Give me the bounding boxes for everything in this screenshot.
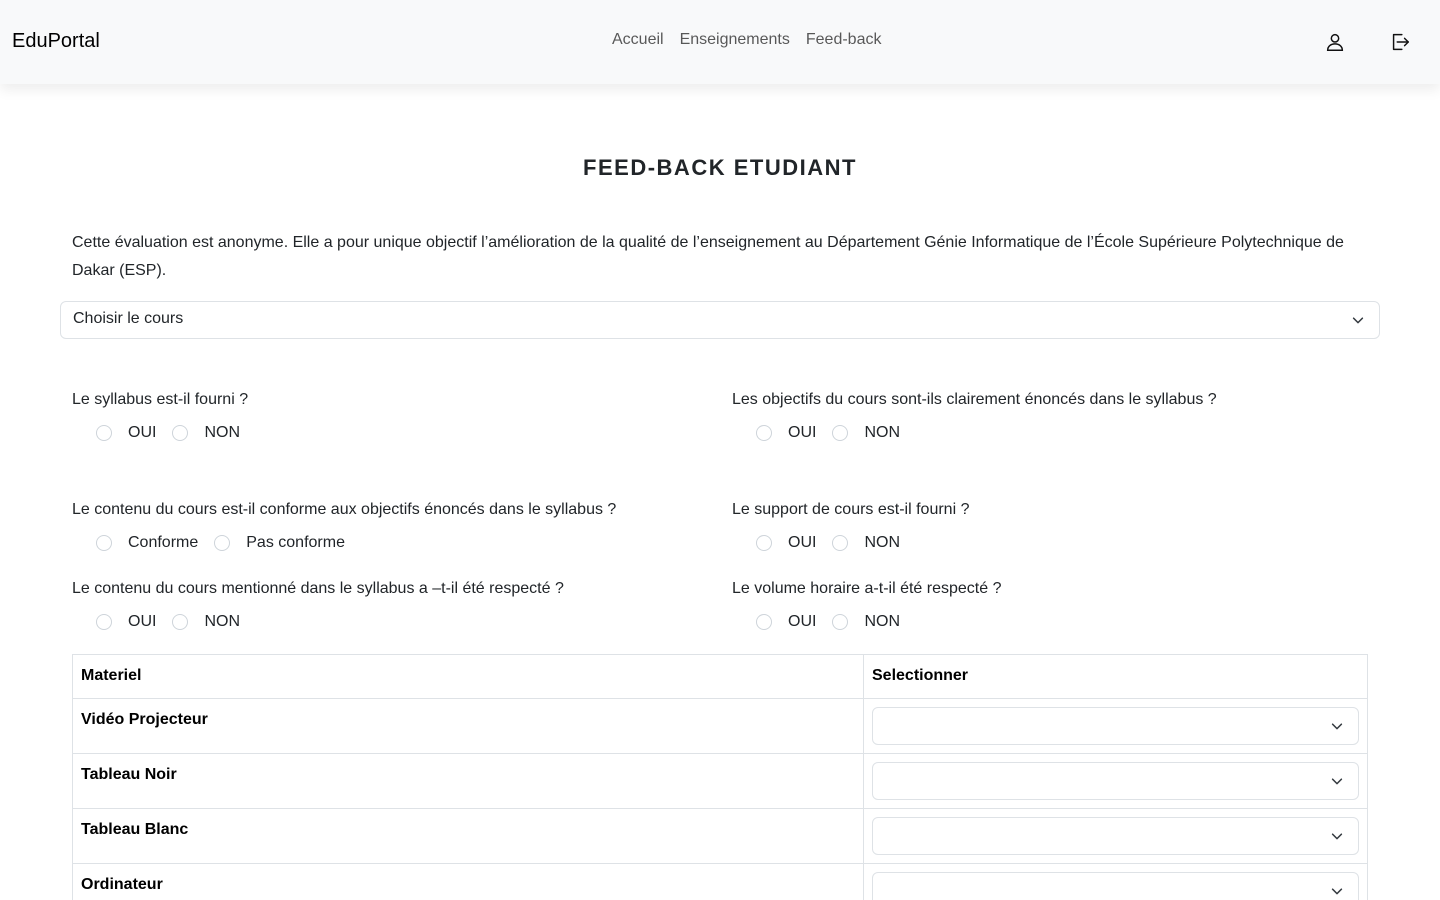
material-name: Tableau Blanc xyxy=(72,808,864,864)
chevron-down-icon xyxy=(1330,774,1344,788)
nav-link-enseignements[interactable]: Enseignements xyxy=(672,31,798,49)
course-select[interactable]: Choisir le cours xyxy=(60,301,1380,339)
material-name: Ordinateur xyxy=(72,863,864,900)
option-label: OUI xyxy=(788,613,817,630)
question-contenu-conforme: Le contenu du cours est-il conforme aux … xyxy=(72,500,712,552)
chevron-down-icon xyxy=(1351,313,1365,327)
option-label: OUI xyxy=(128,613,157,630)
option-non[interactable]: NON xyxy=(832,534,900,552)
option-label: OUI xyxy=(788,424,817,441)
option-label: OUI xyxy=(788,534,817,551)
option-label: NON xyxy=(204,613,241,630)
table-row: Ordinateur xyxy=(72,863,1368,900)
material-select-video-projecteur[interactable] xyxy=(872,707,1359,745)
option-label: NON xyxy=(204,424,241,441)
question-support-fourni: Le support de cours est-il fourni ? OUI … xyxy=(732,500,1372,552)
material-select-tableau-blanc[interactable] xyxy=(872,817,1359,855)
user-icon[interactable] xyxy=(1324,31,1346,53)
radio-button[interactable] xyxy=(96,425,112,441)
question-label: Le syllabus est-il fourni ? xyxy=(72,391,249,408)
brand-logo[interactable]: EduPortal xyxy=(12,30,100,53)
radio-button[interactable] xyxy=(172,614,189,630)
question-label: Les objectifs du cours sont-ils claireme… xyxy=(732,391,1217,408)
option-non[interactable]: NON xyxy=(832,424,900,442)
option-non[interactable]: NON xyxy=(832,613,900,631)
nav-link-feedback[interactable]: Feed-back xyxy=(798,31,890,49)
option-pas-conforme[interactable]: Pas conforme xyxy=(214,534,345,552)
radio-button[interactable] xyxy=(96,535,112,551)
chevron-down-icon xyxy=(1330,829,1344,843)
logout-icon[interactable] xyxy=(1389,31,1411,53)
option-label: Pas conforme xyxy=(246,534,345,551)
navbar: EduPortal Accueil Enseignements Feed-bac… xyxy=(0,0,1440,84)
option-non[interactable]: NON xyxy=(172,613,240,631)
select-cell xyxy=(863,808,1368,864)
material-select-tableau-noir[interactable] xyxy=(872,762,1359,800)
option-label: OUI xyxy=(128,424,157,441)
radio-group: OUI NON xyxy=(72,424,712,442)
material-select-ordinateur[interactable] xyxy=(872,872,1359,900)
option-oui[interactable]: OUI xyxy=(96,613,156,631)
material-name: Tableau Noir xyxy=(72,753,864,809)
radio-button[interactable] xyxy=(832,535,849,551)
radio-button[interactable] xyxy=(832,425,849,441)
question-label: Le contenu du cours est-il conforme aux … xyxy=(72,501,617,518)
question-label: Le support de cours est-il fourni ? xyxy=(732,501,970,518)
radio-button[interactable] xyxy=(172,425,189,441)
radio-button[interactable] xyxy=(756,425,772,441)
radio-group: OUI NON xyxy=(732,534,1372,552)
option-oui[interactable]: OUI xyxy=(756,424,816,442)
radio-button[interactable] xyxy=(756,614,772,630)
question-contenu-respecte: Le contenu du cours mentionné dans le sy… xyxy=(72,579,712,631)
radio-button[interactable] xyxy=(96,614,112,630)
question-label: Le volume horaire a-t-il été respecté ? xyxy=(732,580,1002,597)
page-title: FEED-BACK ETUDIANT xyxy=(583,155,857,180)
radio-button[interactable] xyxy=(214,535,231,551)
question-volume-horaire: Le volume horaire a-t-il été respecté ? … xyxy=(732,579,1372,631)
option-oui[interactable]: OUI xyxy=(756,613,816,631)
radio-group: OUI NON xyxy=(732,424,1372,442)
select-cell xyxy=(863,863,1368,900)
question-label: Le contenu du cours mentionné dans le sy… xyxy=(72,580,564,597)
table-header-row: Materiel Selectionner xyxy=(72,654,1368,699)
radio-group: Conforme Pas conforme xyxy=(72,534,712,552)
option-label: Conforme xyxy=(128,534,199,551)
table-row: Tableau Noir xyxy=(72,753,1368,809)
material-name: Vidéo Projecteur xyxy=(72,698,864,754)
radio-group: OUI NON xyxy=(732,613,1372,631)
nav-link-accueil[interactable]: Accueil xyxy=(604,31,672,49)
header-selectionner: Selectionner xyxy=(863,654,1368,699)
option-conforme[interactable]: Conforme xyxy=(96,534,198,552)
table-row: Tableau Blanc xyxy=(72,808,1368,864)
header-materiel: Materiel xyxy=(72,654,864,699)
radio-button[interactable] xyxy=(756,535,772,551)
question-syllabus-fourni: Le syllabus est-il fourni ? OUI NON xyxy=(72,390,712,442)
option-label: NON xyxy=(864,424,901,441)
radio-group: OUI NON xyxy=(72,613,712,631)
question-objectifs-enonces: Les objectifs du cours sont-ils claireme… xyxy=(732,390,1372,442)
select-cell xyxy=(863,753,1368,809)
chevron-down-icon xyxy=(1330,884,1344,898)
materials-table: Materiel Selectionner Vidéo Projecteur T… xyxy=(72,654,1368,900)
option-label: NON xyxy=(864,534,901,551)
option-oui[interactable]: OUI xyxy=(96,424,156,442)
radio-button[interactable] xyxy=(832,614,849,630)
chevron-down-icon xyxy=(1330,719,1344,733)
select-cell xyxy=(863,698,1368,754)
option-non[interactable]: NON xyxy=(172,424,240,442)
option-label: NON xyxy=(864,613,901,630)
table-row: Vidéo Projecteur xyxy=(72,698,1368,754)
option-oui[interactable]: OUI xyxy=(756,534,816,552)
course-select-value: Choisir le cours xyxy=(73,310,184,327)
nav-links: Accueil Enseignements Feed-back xyxy=(604,31,889,49)
intro-text: Cette évaluation est anonyme. Elle a pou… xyxy=(72,234,1344,279)
